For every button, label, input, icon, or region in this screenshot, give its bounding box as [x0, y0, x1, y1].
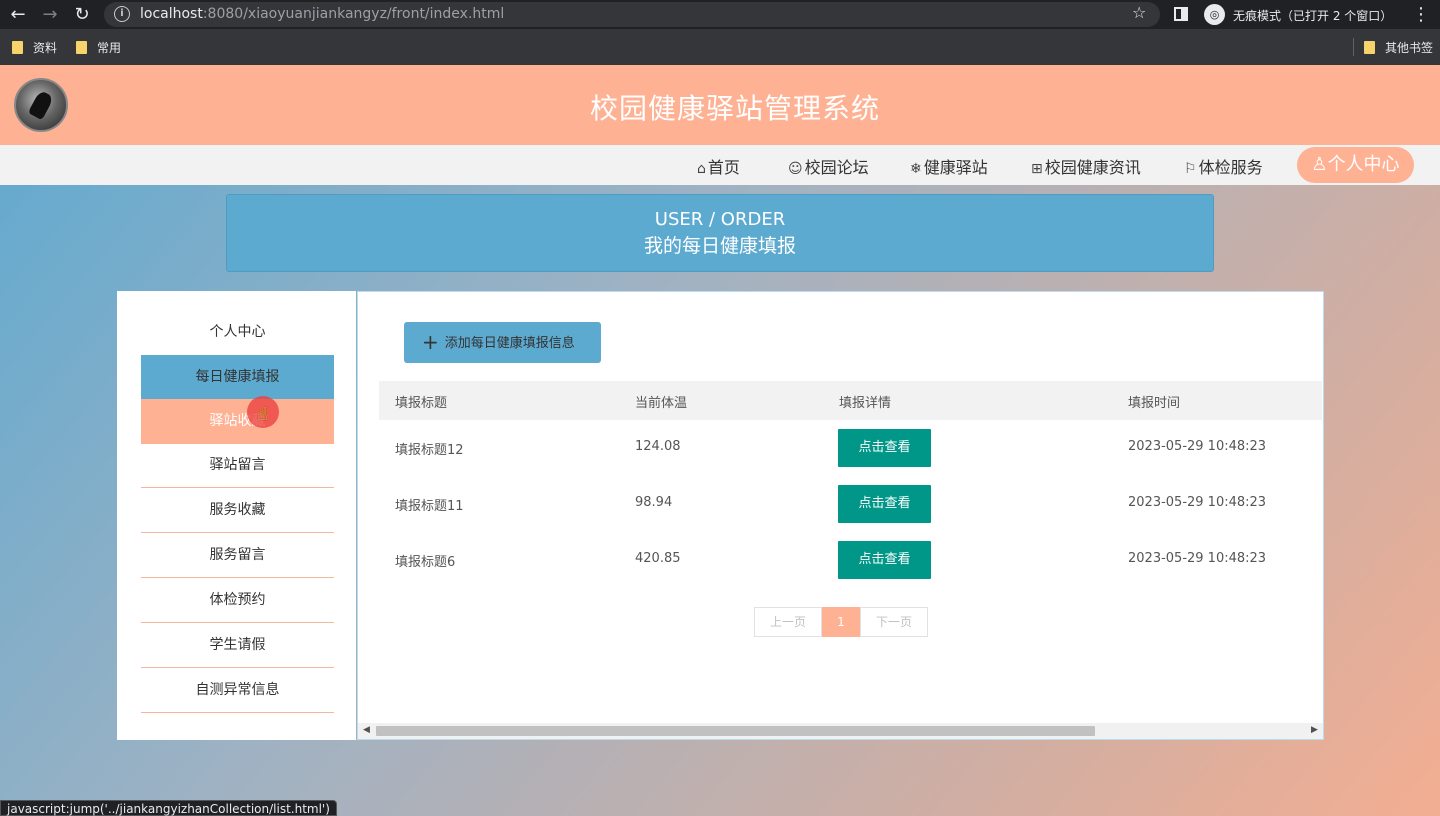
cell-time: 2023-05-29 10:48:23 [1128, 551, 1267, 566]
nav-checkup[interactable]: ⚐ 体检服务 [1184, 154, 1263, 178]
sidebar-item-self-test-abnormal[interactable]: 自测异常信息 [141, 668, 334, 713]
bookmarks-bar: 资料 常用 其他书签 [0, 29, 1440, 65]
next-page-button[interactable]: 下一页 [860, 607, 928, 637]
nav-health-news[interactable]: ⊞ 校园健康资讯 [1031, 154, 1141, 178]
main-panel: + 添加每日健康填报信息 填报标题 当前体温 填报详情 填报时间 填报标题12 1… [357, 291, 1324, 740]
page-body: 校园健康驿站管理系统 ⌂ 首页 ☺ 校园论坛 ❄ 健康驿站 ⊞ 校园健康资讯 ⚐ 体检服务… [0, 65, 1440, 816]
hand-cursor-icon: ☝ [257, 404, 268, 425]
reload-icon[interactable]: ↻ [70, 3, 94, 27]
folder-icon [76, 41, 87, 54]
folder-icon [1364, 41, 1375, 54]
folder-icon [12, 41, 23, 54]
horizontal-scrollbar[interactable]: ◀ ▶ [358, 723, 1323, 739]
scroll-left-icon[interactable]: ◀ [363, 725, 370, 735]
scroll-right-icon[interactable]: ▶ [1311, 725, 1318, 735]
bookmark-star-icon[interactable]: ☆ [1132, 3, 1146, 22]
sidebar-item-station-favorites[interactable]: 驿站收藏 [141, 399, 334, 444]
bookmark-folder-1[interactable]: 资料 [12, 39, 57, 56]
page-banner: USER / ORDER 我的每日健康填报 [226, 194, 1214, 272]
other-bookmarks[interactable]: 其他书签 [1364, 39, 1433, 56]
banner-subtitle: USER / ORDER [654, 209, 786, 230]
table-header: 填报标题 当前体温 填报详情 填报时间 [379, 381, 1322, 420]
cell-time: 2023-05-29 10:48:23 [1128, 439, 1267, 454]
sidebar-item-service-favorites[interactable]: 服务收藏 [141, 488, 334, 533]
table-row: 填报标题11 98.94 点击查看 2023-05-29 10:48:23 [379, 476, 1322, 532]
view-details-button[interactable]: 点击查看 [838, 429, 931, 467]
cell-time: 2023-05-29 10:48:23 [1128, 495, 1267, 510]
flag-icon: ⚐ [1184, 161, 1197, 177]
sidebar-item-checkup-booking[interactable]: 体检预约 [141, 578, 334, 623]
incognito-label[interactable]: 无痕模式（已打开 2 个窗口） [1233, 7, 1392, 24]
sidebar-item-student-leave[interactable]: 学生请假 [141, 623, 334, 668]
prev-page-button[interactable]: 上一页 [754, 607, 822, 637]
url-text: localhost:8080/xiaoyuanjiankangyz/front/… [140, 6, 505, 22]
site-header: 校园健康驿站管理系统 [0, 65, 1440, 145]
sidebar-item-personal-center[interactable]: 个人中心 [141, 310, 334, 355]
column-header: 当前体温 [635, 396, 688, 411]
column-header: 填报详情 [839, 396, 892, 411]
cell-temp: 124.08 [635, 439, 681, 454]
column-header: 填报标题 [395, 396, 448, 411]
smile-icon: ☺ [788, 161, 803, 177]
browser-toolbar: ← → ↻ i localhost:8080/xiaoyuanjiankangy… [0, 0, 1440, 29]
sidebar: 个人中心 每日健康填报 驿站收藏 驿站留言 服务收藏 服务留言 体检预约 学生请… [117, 291, 356, 740]
cell-title: 填报标题6 [395, 555, 456, 570]
incognito-icon[interactable]: ◎ [1204, 4, 1225, 25]
browser-status-url: javascript:jump('../jiankangyizhanCollec… [0, 800, 337, 816]
column-header: 填报时间 [1128, 396, 1181, 411]
view-details-button[interactable]: 点击查看 [838, 541, 931, 579]
table-row: 填报标题12 124.08 点击查看 2023-05-29 10:48:23 [379, 420, 1322, 476]
sidebar-item-service-messages[interactable]: 服务留言 [141, 533, 334, 578]
add-report-button[interactable]: + 添加每日健康填报信息 [404, 322, 601, 363]
user-icon: ♙ [1311, 154, 1328, 175]
page-number-button[interactable]: 1 [822, 607, 860, 637]
grid-icon: ⊞ [1031, 161, 1043, 177]
address-bar[interactable]: i localhost:8080/xiaoyuanjiankangyz/fron… [104, 2, 1160, 27]
sidebar-item-station-messages[interactable]: 驿站留言 [141, 443, 334, 488]
banner-title: 我的每日健康填报 [643, 235, 796, 257]
nav-home[interactable]: ⌂ 首页 [697, 154, 740, 178]
back-icon[interactable]: ← [6, 3, 30, 27]
view-details-button[interactable]: 点击查看 [838, 485, 931, 523]
scrollbar-thumb[interactable] [376, 726, 1095, 736]
site-title: 校园健康驿站管理系统 [589, 92, 880, 125]
cell-title: 填报标题12 [395, 443, 464, 458]
home-icon: ⌂ [697, 161, 706, 177]
forward-icon[interactable]: → [38, 3, 62, 27]
nav-health-station[interactable]: ❄ 健康驿站 [910, 154, 988, 178]
snowflake-icon: ❄ [910, 161, 922, 177]
cell-title: 填报标题11 [395, 499, 464, 514]
nav-forum[interactable]: ☺ 校园论坛 [788, 154, 869, 178]
plus-icon: + [422, 330, 439, 354]
sidebar-item-daily-report[interactable]: 每日健康填报 [141, 355, 334, 400]
side-panel-icon[interactable] [1174, 7, 1188, 21]
table-row: 填报标题6 420.85 点击查看 2023-05-29 10:48:23 [379, 532, 1322, 588]
nav-personal-center[interactable]: ♙个人中心 [1297, 147, 1414, 183]
cell-temp: 420.85 [635, 551, 681, 566]
menu-kebab-icon[interactable]: ⋮ [1412, 4, 1430, 25]
cell-temp: 98.94 [635, 495, 673, 510]
bookmark-folder-2[interactable]: 常用 [76, 39, 121, 56]
bookmark-separator [1353, 38, 1354, 56]
site-info-icon[interactable]: i [114, 6, 130, 22]
top-nav: ⌂ 首页 ☺ 校园论坛 ❄ 健康驿站 ⊞ 校园健康资讯 ⚐ 体检服务 [0, 145, 1440, 185]
